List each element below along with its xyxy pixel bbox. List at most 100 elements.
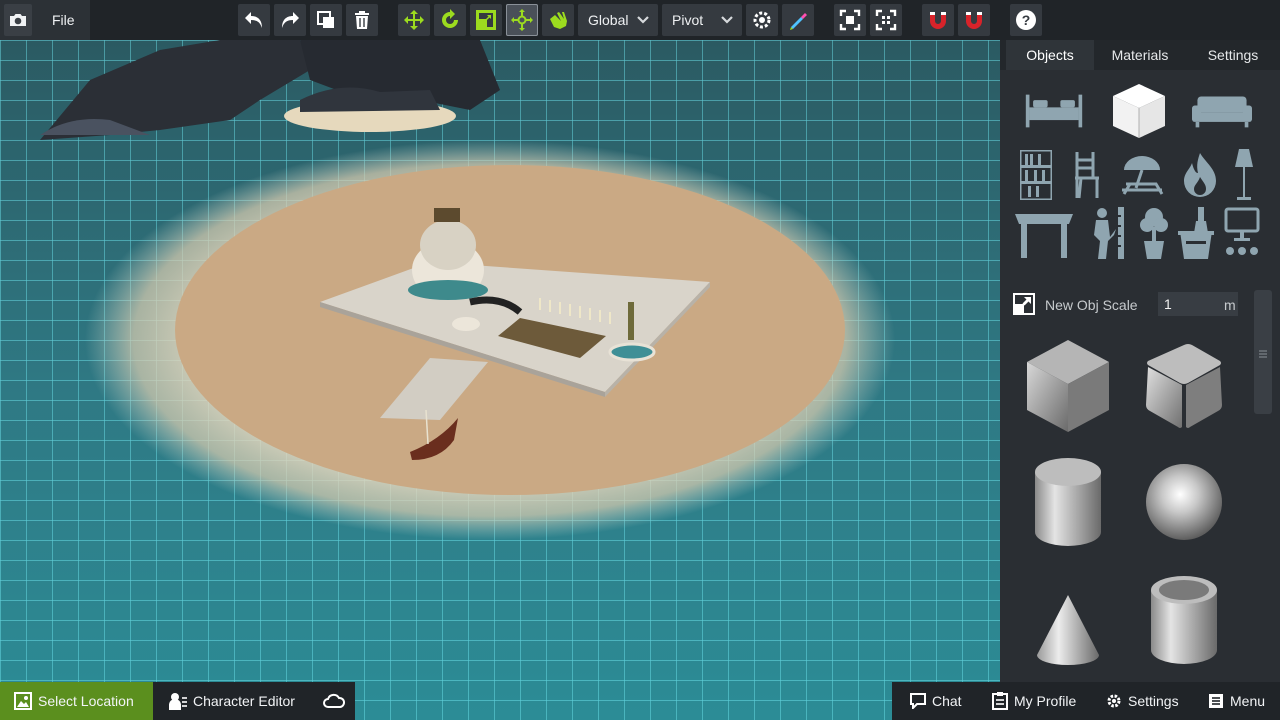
category-chairs[interactable] <box>1056 146 1116 204</box>
focus-selection-button[interactable] <box>834 4 866 36</box>
eyedropper-icon <box>790 13 807 30</box>
chevron-down-icon <box>721 16 733 24</box>
rotate-tool[interactable] <box>434 4 466 36</box>
coordinate-space-dropdown[interactable]: Global <box>578 4 658 36</box>
fire-icon <box>1184 153 1216 197</box>
cloud-sync-icon[interactable] <box>323 693 345 709</box>
delete-button[interactable] <box>346 4 378 36</box>
panel-tabs: Objects Materials Settings <box>1000 40 1280 70</box>
frame-all-icon <box>875 9 897 31</box>
frame-all-button[interactable] <box>870 4 902 36</box>
focus-icon <box>839 9 861 31</box>
file-label: File <box>52 12 75 28</box>
hand-icon <box>550 12 567 29</box>
category-outdoor[interactable] <box>1112 146 1172 204</box>
my-profile-label: My Profile <box>1014 693 1077 709</box>
beach-umbrella-icon <box>1122 156 1164 195</box>
category-primitives[interactable] <box>1109 82 1169 140</box>
help-button[interactable]: ? <box>1010 4 1042 36</box>
menu-label: Menu <box>1230 693 1266 709</box>
primitive-rounded-cube[interactable] <box>1134 336 1234 436</box>
scale-icon <box>476 10 496 30</box>
bed-icon <box>1025 94 1083 128</box>
computer-icon <box>1224 207 1260 255</box>
character-icon <box>169 693 187 710</box>
duplicate-button[interactable] <box>310 4 342 36</box>
scale-object-icon[interactable] <box>1012 292 1036 316</box>
undo-button[interactable] <box>238 4 270 36</box>
all-transform-tool[interactable] <box>506 4 538 36</box>
profile-icon <box>992 692 1008 710</box>
help-icon: ? <box>1016 10 1036 30</box>
magnet-snap-button[interactable] <box>922 4 954 36</box>
primitive-tube[interactable] <box>1134 570 1234 670</box>
scale-unit: m <box>1224 297 1236 313</box>
measure-icon <box>1094 207 1124 259</box>
category-lamps[interactable] <box>1214 146 1274 204</box>
category-beds[interactable] <box>1024 82 1084 140</box>
svg-text:?: ? <box>1022 12 1031 28</box>
cone-icon <box>1037 595 1099 665</box>
grip-icon <box>1259 350 1267 358</box>
rotate-icon <box>442 9 458 28</box>
camera-icon <box>10 14 26 26</box>
chat-icon <box>910 693 926 709</box>
pivot-dropdown[interactable]: Pivot <box>662 4 742 36</box>
grab-tool[interactable] <box>542 4 574 36</box>
category-electronics[interactable] <box>1212 204 1272 262</box>
character-editor-button[interactable]: Character Editor <box>153 682 355 720</box>
tab-objects[interactable]: Objects <box>1006 40 1094 70</box>
bookshelf-icon <box>1020 150 1052 200</box>
gear-snap-icon <box>753 11 771 29</box>
primitive-sphere[interactable] <box>1134 452 1234 552</box>
category-tables[interactable] <box>1014 204 1074 262</box>
primitive-cube[interactable] <box>1018 336 1118 436</box>
table-icon <box>1015 214 1073 258</box>
gear-icon <box>1107 694 1121 708</box>
magnet-icon <box>930 12 946 29</box>
image-icon <box>14 692 32 710</box>
menu-icon <box>1209 694 1223 708</box>
universal-transform-icon <box>511 9 533 31</box>
screenshot-button[interactable] <box>4 4 32 36</box>
coordinate-space-value: Global <box>588 12 629 28</box>
category-sofas[interactable] <box>1192 82 1252 140</box>
redo-button[interactable] <box>274 4 306 36</box>
snap-settings-button[interactable] <box>746 4 778 36</box>
cube-icon <box>1113 84 1165 138</box>
pivot-value: Pivot <box>672 12 704 28</box>
tube-icon <box>1151 576 1217 664</box>
character-editor-label: Character Editor <box>193 693 295 709</box>
select-location-label: Select Location <box>38 693 134 709</box>
file-menu[interactable]: File <box>0 0 90 40</box>
settings-label: Settings <box>1128 693 1179 709</box>
color-picker-button[interactable] <box>782 4 814 36</box>
panel-scrollbar[interactable] <box>1254 290 1272 414</box>
redo-icon <box>282 12 299 28</box>
magnet-surface-icon <box>966 12 982 29</box>
tab-materials[interactable]: Materials <box>1094 40 1186 70</box>
menu-button[interactable]: Menu <box>1208 682 1272 720</box>
settings-button[interactable]: Settings <box>1106 682 1186 720</box>
bucket-icon <box>1178 207 1214 259</box>
chat-label: Chat <box>932 693 962 709</box>
object-panel: Objects Materials Settings New Obj Scale… <box>1000 40 1280 720</box>
magnet-surface-button[interactable] <box>958 4 990 36</box>
primitive-cylinder[interactable] <box>1018 452 1118 552</box>
move-tool[interactable] <box>398 4 430 36</box>
chair-icon <box>1075 152 1099 199</box>
undo-icon <box>245 12 262 28</box>
select-location-button[interactable]: Select Location <box>0 682 153 720</box>
chat-button[interactable]: Chat <box>910 682 970 720</box>
primitive-cone[interactable] <box>1018 580 1118 680</box>
sofa-icon <box>1192 96 1252 128</box>
scene-render <box>0 40 1000 720</box>
scale-label: New Obj Scale <box>1045 297 1138 313</box>
tab-settings[interactable]: Settings <box>1186 40 1280 70</box>
my-profile-button[interactable]: My Profile <box>992 682 1084 720</box>
rounded-cube-icon <box>1146 344 1222 428</box>
lamp-icon <box>1235 149 1253 200</box>
viewport-3d[interactable] <box>0 40 1000 720</box>
scale-tool[interactable] <box>470 4 502 36</box>
plant-icon <box>1140 208 1168 259</box>
